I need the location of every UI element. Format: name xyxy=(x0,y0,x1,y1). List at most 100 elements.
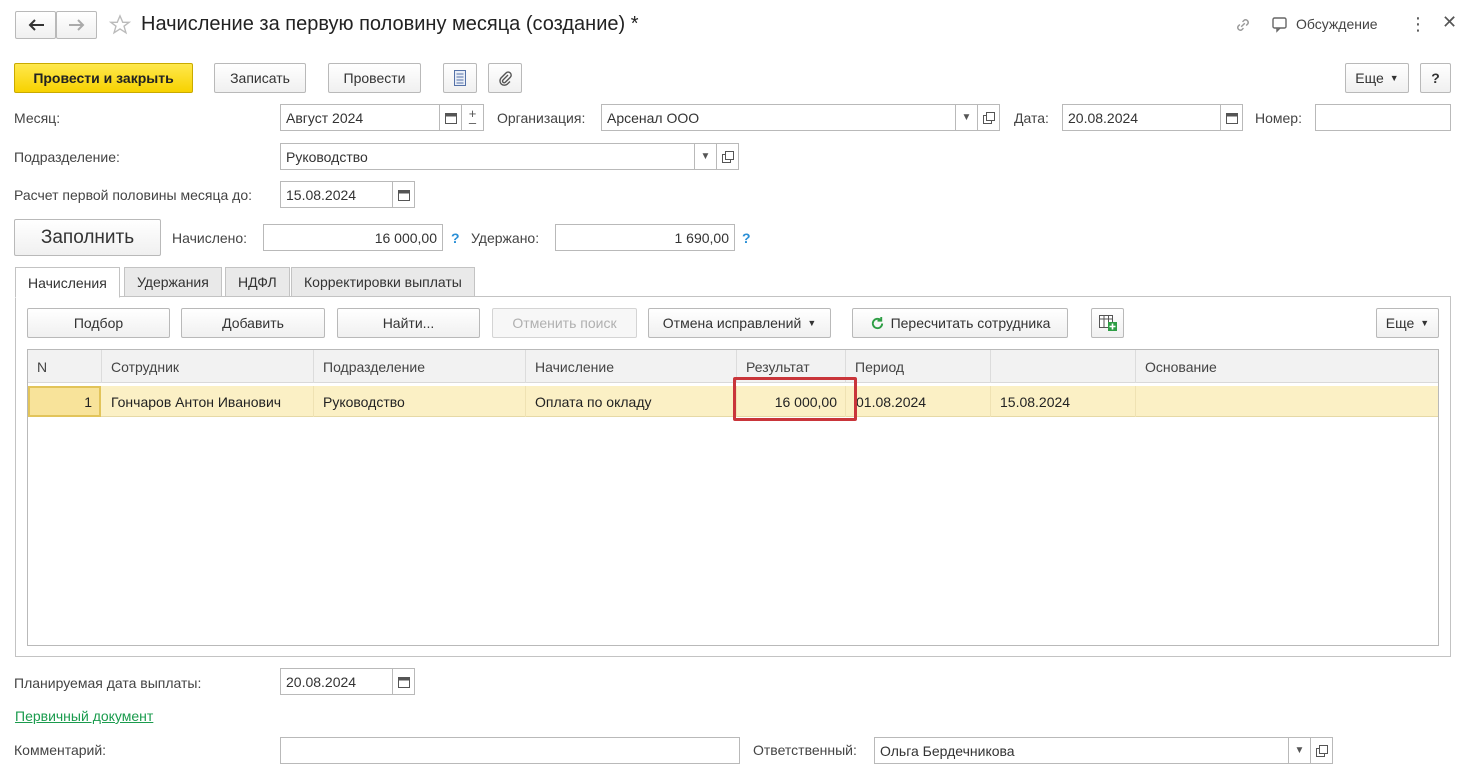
attach-button[interactable] xyxy=(488,63,522,93)
recalc-employee-button[interactable]: Пересчитать сотрудника xyxy=(852,308,1068,338)
responsible-dropdown[interactable]: ▼ xyxy=(1289,737,1311,764)
primary-document-link[interactable]: Первичный документ xyxy=(15,708,153,724)
cancel-search-button[interactable]: Отменить поиск xyxy=(492,308,637,338)
responsible-label: Ответственный: xyxy=(753,742,857,758)
date-calendar-button[interactable] xyxy=(1221,104,1243,131)
calendar-icon xyxy=(1225,112,1238,124)
department-label: Подразделение: xyxy=(14,149,120,165)
tab-accruals[interactable]: Начисления xyxy=(15,267,120,298)
column-header-n[interactable]: N xyxy=(28,350,102,383)
forward-button[interactable] xyxy=(56,11,97,39)
arrow-left-icon xyxy=(28,19,44,31)
post-and-close-button[interactable]: Провести и закрыть xyxy=(14,63,193,93)
calc-until-label: Расчет первой половины месяца до: xyxy=(14,187,252,203)
calendar-icon xyxy=(397,189,410,201)
pay-date-label: Планируемая дата выплаты: xyxy=(14,675,202,691)
chevron-down-icon: ▼ xyxy=(961,112,972,123)
withheld-help-icon[interactable]: ? xyxy=(742,230,751,246)
withheld-label: Удержано: xyxy=(471,230,540,246)
row-number-cell[interactable]: 1 xyxy=(28,386,101,417)
number-field[interactable] xyxy=(1315,104,1451,131)
responsible-field[interactable]: Ольга Бердечникова xyxy=(874,737,1289,764)
department-dropdown[interactable]: ▼ xyxy=(695,143,717,170)
month-calendar-button[interactable] xyxy=(440,104,462,131)
responsible-open-button[interactable] xyxy=(1311,737,1333,764)
withheld-field: 1 690,00 xyxy=(555,224,735,251)
column-header-period[interactable]: Период xyxy=(846,350,991,383)
document-list-icon xyxy=(454,70,466,86)
month-label: Месяц: xyxy=(14,110,61,126)
column-header-basis[interactable]: Основание xyxy=(1136,350,1438,383)
organization-dropdown[interactable]: ▼ xyxy=(956,104,978,131)
department-field[interactable]: Руководство xyxy=(280,143,695,170)
column-header-employee[interactable]: Сотрудник xyxy=(102,350,314,383)
column-header-period-end[interactable] xyxy=(991,350,1136,383)
result-highlight-box xyxy=(733,377,857,421)
organization-label: Организация: xyxy=(497,110,586,126)
fill-button[interactable]: Заполнить xyxy=(14,219,161,256)
step-down-icon: – xyxy=(468,114,477,130)
chevron-down-icon: ▼ xyxy=(807,318,817,328)
tab-payment-corrections[interactable]: Корректировки выплаты xyxy=(291,267,475,297)
favorite-star-icon[interactable] xyxy=(108,13,132,37)
discussion-icon[interactable] xyxy=(1270,15,1292,35)
basis-cell[interactable] xyxy=(1136,386,1438,417)
number-label: Номер: xyxy=(1255,110,1302,126)
accrued-field: 16 000,00 xyxy=(263,224,443,251)
link-icon[interactable] xyxy=(1232,14,1254,36)
cancel-fixes-button[interactable]: Отмена исправлений ▼ xyxy=(648,308,831,338)
calendar-icon xyxy=(444,112,457,124)
help-button[interactable]: ? xyxy=(1420,63,1451,93)
more-button[interactable]: Еще ▼ xyxy=(1345,63,1409,93)
save-button[interactable]: Записать xyxy=(214,63,306,93)
pick-button[interactable]: Подбор xyxy=(27,308,170,338)
date-field[interactable]: 20.08.2024 xyxy=(1062,104,1221,131)
organization-field[interactable]: Арсенал ООО xyxy=(601,104,956,131)
period-end-cell[interactable]: 15.08.2024 xyxy=(991,386,1136,417)
table-add-icon xyxy=(1098,315,1117,331)
report-button[interactable] xyxy=(443,63,477,93)
accrued-help-icon[interactable]: ? xyxy=(451,230,460,246)
close-icon[interactable]: ✕ xyxy=(1442,12,1457,33)
arrow-right-icon xyxy=(68,19,84,31)
chevron-down-icon: ▼ xyxy=(1389,73,1399,83)
column-header-accrual[interactable]: Начисление xyxy=(526,350,737,383)
month-stepper[interactable]: + – xyxy=(462,104,484,131)
calendar-icon xyxy=(397,676,410,688)
department-cell[interactable]: Руководство xyxy=(314,386,526,417)
month-field[interactable]: Август 2024 xyxy=(280,104,440,131)
paperclip-icon xyxy=(499,71,512,86)
tab-withholdings[interactable]: Удержания xyxy=(124,267,222,297)
period-start-cell[interactable]: 01.08.2024 xyxy=(846,386,991,417)
organization-open-button[interactable] xyxy=(978,104,1000,131)
add-button[interactable]: Добавить xyxy=(181,308,325,338)
column-header-department[interactable]: Подразделение xyxy=(314,350,526,383)
calc-until-calendar-button[interactable] xyxy=(393,181,415,208)
chevron-down-icon: ▼ xyxy=(1294,745,1305,756)
pay-date-calendar-button[interactable] xyxy=(393,668,415,695)
back-button[interactable] xyxy=(15,11,56,39)
more-vertical-icon[interactable]: ⋮ xyxy=(1409,14,1427,35)
pay-date-field[interactable]: 20.08.2024 xyxy=(280,668,393,695)
table-settings-button[interactable] xyxy=(1091,308,1124,338)
discussion-link[interactable]: Обсуждение xyxy=(1296,16,1378,32)
employee-cell[interactable]: Гончаров Антон Иванович xyxy=(102,386,314,417)
accrued-label: Начислено: xyxy=(172,230,248,246)
refresh-icon xyxy=(871,316,883,329)
department-open-button[interactable] xyxy=(717,143,739,170)
chevron-down-icon: ▼ xyxy=(1420,318,1430,328)
calc-until-field[interactable]: 15.08.2024 xyxy=(280,181,393,208)
post-button[interactable]: Провести xyxy=(328,63,421,93)
comment-field[interactable] xyxy=(280,737,740,764)
chevron-down-icon: ▼ xyxy=(700,151,711,162)
find-button[interactable]: Найти... xyxy=(337,308,480,338)
comment-label: Комментарий: xyxy=(14,742,107,758)
date-label: Дата: xyxy=(1014,110,1049,126)
open-window-icon xyxy=(1315,744,1328,757)
table-more-button[interactable]: Еще ▼ xyxy=(1376,308,1439,338)
tab-ndfl[interactable]: НДФЛ xyxy=(225,267,290,297)
open-window-icon xyxy=(721,150,734,163)
accrual-cell[interactable]: Оплата по окладу xyxy=(526,386,737,417)
open-window-icon xyxy=(982,111,995,124)
page-title: Начисление за первую половину месяца (со… xyxy=(141,13,639,35)
